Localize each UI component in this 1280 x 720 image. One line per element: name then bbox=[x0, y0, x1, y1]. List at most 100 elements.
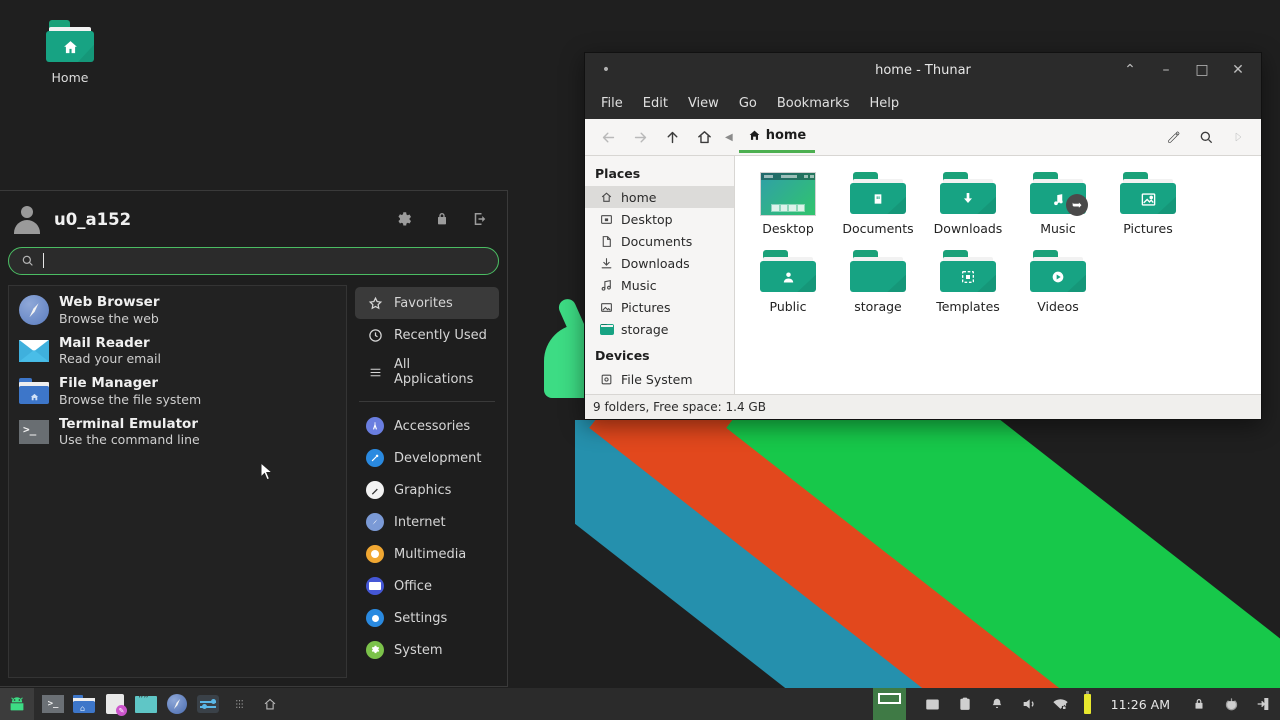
taskbar-window-button[interactable] bbox=[872, 688, 906, 720]
maximize-button[interactable]: □ bbox=[1185, 55, 1219, 85]
download-glyph-icon bbox=[940, 187, 996, 212]
favorites-list: Web Browser Browse the web Mail Reader R… bbox=[8, 285, 347, 678]
music-icon bbox=[599, 278, 614, 293]
compass-icon bbox=[19, 295, 49, 326]
desktop-icon-home[interactable]: Home bbox=[30, 20, 110, 85]
notification-bell-icon[interactable] bbox=[988, 695, 1006, 713]
file-item-public[interactable]: Public bbox=[743, 246, 833, 322]
list-item[interactable]: Mail Reader Read your email bbox=[9, 331, 346, 372]
sidebar-item-label: Music bbox=[621, 277, 657, 293]
settings-icon[interactable] bbox=[195, 692, 221, 716]
sidebar-item-documents[interactable]: Documents bbox=[585, 230, 734, 252]
lock-screen-icon[interactable] bbox=[1190, 695, 1208, 713]
file-item-documents[interactable]: Documents bbox=[833, 168, 923, 244]
folder-blue-icon bbox=[19, 376, 49, 406]
menu-go[interactable]: Go bbox=[731, 92, 765, 115]
window-controls: ⌃ – □ ✕ bbox=[1113, 55, 1255, 85]
home-folder-icon bbox=[46, 20, 94, 64]
search-container bbox=[0, 247, 507, 285]
show-desktop-icon[interactable] bbox=[257, 692, 283, 716]
file-item-music[interactable]: ➥ Music bbox=[1013, 168, 1103, 244]
nav-item-favorites[interactable]: Favorites bbox=[355, 287, 499, 319]
file-item-videos[interactable]: Videos bbox=[1013, 246, 1103, 322]
android-launcher-icon[interactable] bbox=[0, 688, 34, 720]
menu-edit[interactable]: Edit bbox=[635, 92, 676, 115]
gear-icon[interactable] bbox=[391, 206, 417, 232]
search-icon[interactable] bbox=[1191, 123, 1221, 151]
logout-icon[interactable] bbox=[1254, 695, 1272, 713]
sidebar-item-pictures[interactable]: Pictures bbox=[585, 296, 734, 318]
sidebar-item-label: Documents bbox=[621, 233, 693, 249]
nav-item-label: Recently Used bbox=[394, 327, 487, 343]
nav-item-all-applications[interactable]: All Applications bbox=[355, 351, 499, 393]
terminal-icon[interactable]: >_ bbox=[40, 692, 66, 716]
power-icon[interactable] bbox=[1222, 695, 1240, 713]
category-item-office[interactable]: Office bbox=[355, 570, 499, 602]
sidebar-item-storage[interactable]: storage bbox=[585, 318, 734, 340]
menu-bookmarks[interactable]: Bookmarks bbox=[769, 92, 858, 115]
sidebar-item-label: File System bbox=[621, 371, 693, 387]
clock[interactable]: 11:26 AM bbox=[1105, 697, 1176, 712]
clipboard-icon[interactable] bbox=[956, 695, 974, 713]
breadcrumb-scroll-left-icon[interactable]: ◀ bbox=[721, 132, 737, 143]
sidebar-item-downloads[interactable]: Downloads bbox=[585, 252, 734, 274]
file-item-desktop[interactable]: Desktop bbox=[743, 168, 833, 244]
list-item[interactable]: Web Browser Browse the web bbox=[9, 290, 346, 331]
sidebar: Places home Desktop Documents Downloads bbox=[585, 156, 735, 394]
file-item-pictures[interactable]: Pictures bbox=[1103, 168, 1193, 244]
battery-icon[interactable] bbox=[1083, 691, 1091, 714]
sidebar-item-home[interactable]: home bbox=[585, 186, 734, 208]
image-glyph-icon bbox=[1120, 187, 1176, 212]
category-item-system[interactable]: System bbox=[355, 634, 499, 666]
pencil-icon[interactable] bbox=[1159, 123, 1189, 151]
file-label: storage bbox=[854, 299, 902, 314]
file-manager-icon[interactable]: ⌂ bbox=[71, 692, 97, 716]
close-button[interactable]: ✕ bbox=[1221, 55, 1255, 85]
sidebar-item-music[interactable]: Music bbox=[585, 274, 734, 296]
toolbar-right bbox=[1159, 123, 1253, 151]
multimedia-icon bbox=[365, 544, 385, 564]
home-icon[interactable] bbox=[689, 123, 719, 151]
sidebar-item-label: Downloads bbox=[621, 255, 690, 271]
file-item-storage[interactable]: storage bbox=[833, 246, 923, 322]
titlebar[interactable]: • home - Thunar ⌃ – □ ✕ bbox=[585, 53, 1261, 87]
sidebar-item-desktop[interactable]: Desktop bbox=[585, 208, 734, 230]
nav-item-label: All Applications bbox=[394, 357, 474, 387]
nav-item-recently-used[interactable]: Recently Used bbox=[355, 319, 499, 351]
sidebar-item-label: home bbox=[621, 189, 657, 205]
menu-help[interactable]: Help bbox=[861, 92, 907, 115]
shade-button[interactable]: ⌃ bbox=[1113, 55, 1147, 85]
lock-icon[interactable] bbox=[429, 206, 455, 232]
screenshot-icon[interactable]: ❞❞ bbox=[133, 692, 159, 716]
search-input[interactable] bbox=[8, 247, 499, 275]
menu-header: u0_a152 bbox=[0, 191, 507, 247]
list-item[interactable]: File Manager Browse the file system bbox=[9, 371, 346, 412]
forward-icon[interactable] bbox=[625, 123, 655, 151]
document-icon bbox=[599, 234, 614, 249]
category-item-graphics[interactable]: Graphics bbox=[355, 474, 499, 506]
menu-file[interactable]: File bbox=[593, 92, 631, 115]
minimize-button[interactable]: – bbox=[1149, 55, 1183, 85]
chevron-right-icon[interactable] bbox=[1223, 123, 1253, 151]
logout-icon[interactable] bbox=[467, 206, 493, 232]
category-item-internet[interactable]: Internet bbox=[355, 506, 499, 538]
breadcrumb[interactable]: home bbox=[738, 122, 816, 153]
category-item-settings[interactable]: Settings bbox=[355, 602, 499, 634]
category-item-multimedia[interactable]: Multimedia bbox=[355, 538, 499, 570]
display-icon[interactable] bbox=[924, 695, 942, 713]
window-list-icon[interactable] bbox=[226, 692, 252, 716]
file-item-downloads[interactable]: Downloads bbox=[923, 168, 1013, 244]
volume-icon[interactable] bbox=[1020, 695, 1038, 713]
file-item-templates[interactable]: Templates bbox=[923, 246, 1013, 322]
category-item-accessories[interactable]: Accessories bbox=[355, 410, 499, 442]
image-icon bbox=[599, 300, 614, 315]
text-editor-icon[interactable]: ✎ bbox=[102, 692, 128, 716]
menu-view[interactable]: View bbox=[680, 92, 727, 115]
wifi-locked-icon[interactable] bbox=[1052, 695, 1070, 713]
list-item[interactable]: Terminal Emulator Use the command line bbox=[9, 412, 346, 453]
back-icon[interactable] bbox=[593, 123, 623, 151]
sidebar-item-file-system[interactable]: File System bbox=[585, 368, 734, 390]
web-browser-icon[interactable] bbox=[164, 692, 190, 716]
category-item-development[interactable]: Development bbox=[355, 442, 499, 474]
up-icon[interactable] bbox=[657, 123, 687, 151]
